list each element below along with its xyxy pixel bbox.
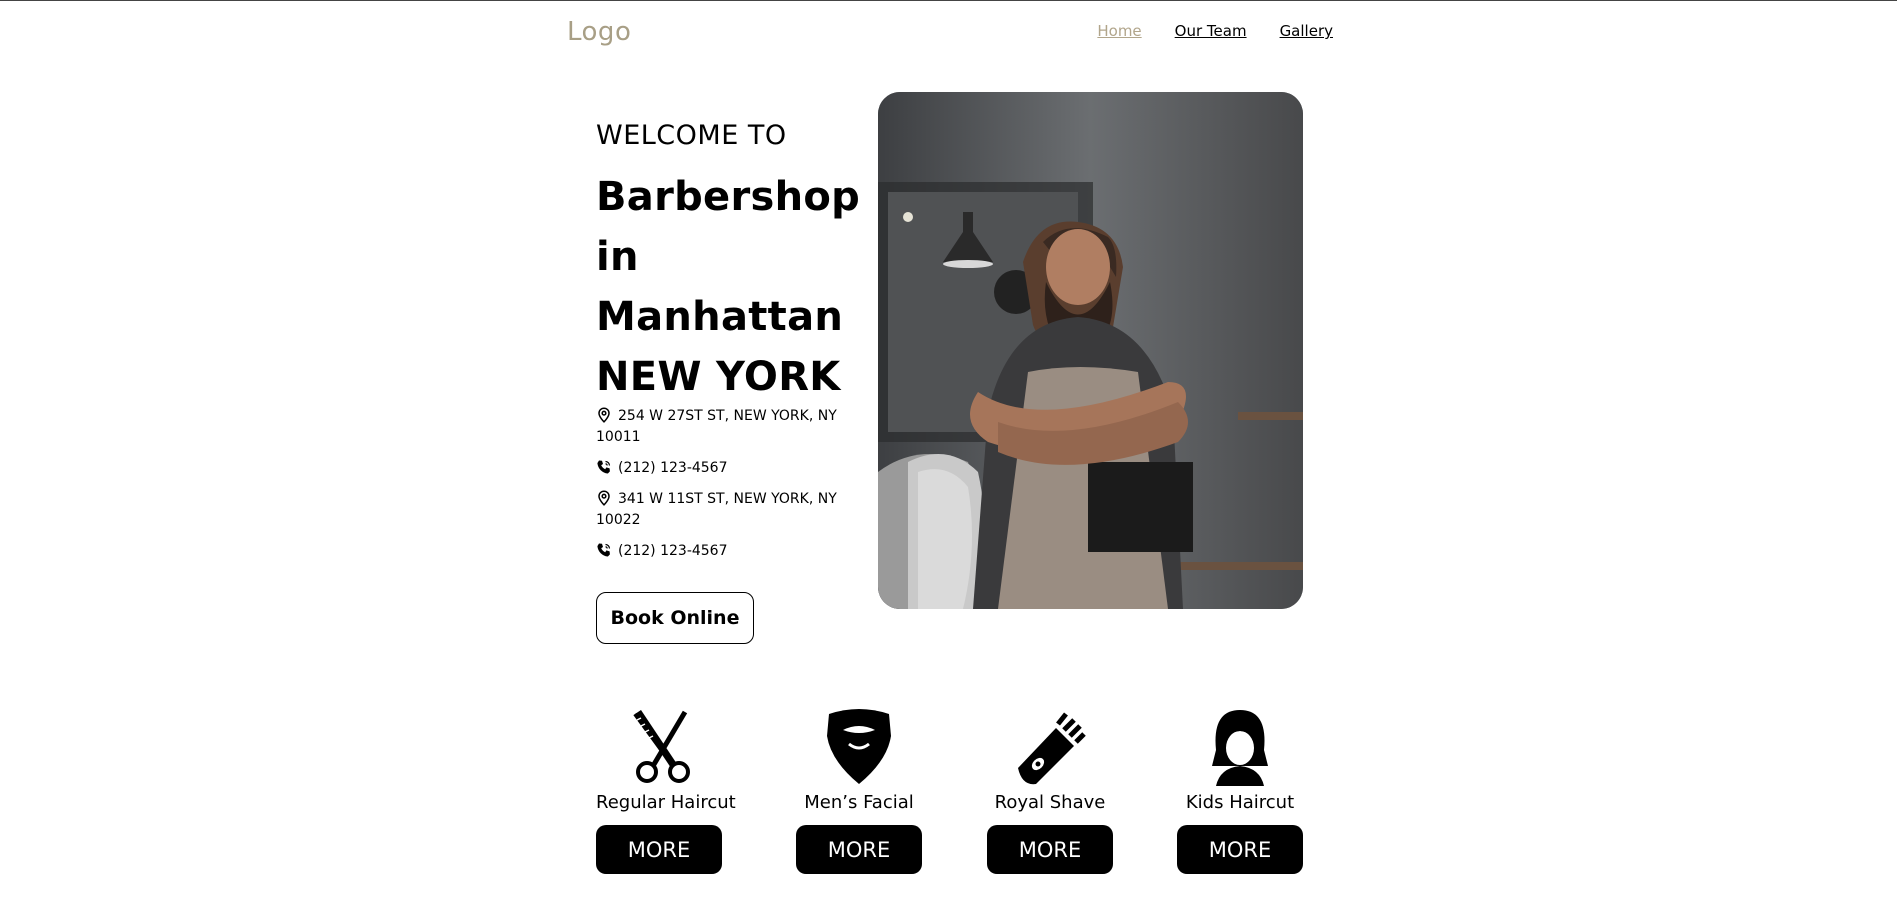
barber-photo-illustration [878,92,1303,609]
address-item: 341 W 11ST ST, NEW YORK, NY 10022 [596,489,856,531]
beard-icon [827,709,891,784]
address-item: 254 W 27ST ST, NEW YORK, NY 10011 [596,406,856,448]
phone-item: (212) 123-4567 [596,541,856,562]
phone-icon [597,460,611,474]
headline-line: Barbershop [596,174,861,220]
nav-our-team-link[interactable]: Our Team [1175,22,1247,40]
phone-item: (212) 123-4567 [596,458,856,479]
book-online-button[interactable]: Book Online [596,592,754,644]
service-label: Regular Haircut [596,792,736,813]
location-pin-icon [598,407,610,423]
service-card: Regular Haircut MORE [596,706,736,874]
headline-line: in [596,234,639,280]
logo[interactable]: Logo [567,17,631,47]
service-card: Kids Haircut MORE [1177,706,1303,874]
headline-line: Manhattan [596,294,844,340]
phone-text: (212) 123-4567 [618,543,728,559]
hero-headline: Barbershop in Manhattan NEW YORK [596,167,866,407]
nav-gallery-link[interactable]: Gallery [1280,22,1333,40]
barber-photo [878,92,1303,609]
more-button[interactable]: MORE [987,825,1113,874]
service-card: Royal Shave MORE [987,706,1113,874]
address-text: 341 W 11ST ST, NEW YORK, NY 10022 [596,491,837,528]
more-button[interactable]: MORE [596,825,722,874]
scissors-icon [633,710,690,783]
phone-icon [597,543,611,557]
top-border [0,0,1897,1]
service-card: Men’s Facial MORE [796,706,922,874]
hero-text: WELCOME TO Barbershop in Manhattan NEW Y… [596,120,866,407]
service-label: Kids Haircut [1185,792,1295,813]
location-pin-icon [598,490,610,506]
address-text: 254 W 27ST ST, NEW YORK, NY 10011 [596,408,837,445]
clipper-icon [1018,712,1086,785]
more-button[interactable]: MORE [796,825,922,874]
headline-line: NEW YORK [596,354,841,400]
nav-home-link[interactable]: Home [1097,22,1141,40]
main-nav: Home Our Team Gallery [1097,22,1333,40]
woman-head-icon [1212,710,1268,786]
welcome-heading: WELCOME TO [596,120,787,151]
contact-list: 254 W 27ST ST, NEW YORK, NY 10011 (212) … [596,406,856,572]
more-button[interactable]: MORE [1177,825,1303,874]
service-label: Men’s Facial [804,792,914,813]
service-label: Royal Shave [994,792,1106,813]
phone-text: (212) 123-4567 [618,460,728,476]
